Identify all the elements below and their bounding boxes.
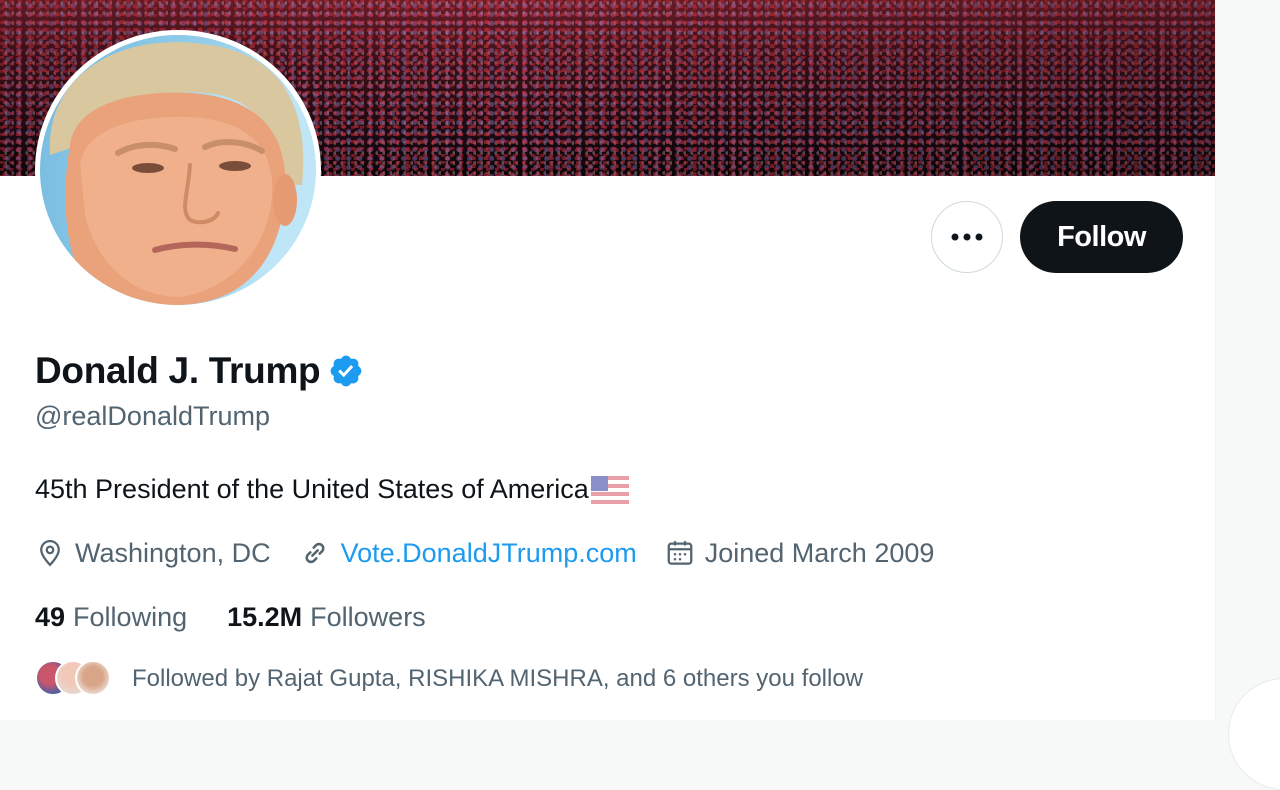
following-stat[interactable]: 49 Following	[35, 602, 187, 633]
profile-avatar[interactable]	[35, 30, 321, 310]
verified-badge-icon[interactable]	[328, 353, 364, 389]
location-item: Washington, DC	[35, 536, 271, 570]
follow-button[interactable]: Follow	[1020, 201, 1183, 273]
more-horizontal-icon	[951, 233, 983, 241]
following-label: Following	[73, 602, 188, 632]
joined-text: Joined March 2009	[704, 537, 935, 568]
followed-by-text: Followed by Rajat Gupta, RISHIKA MISHRA,…	[132, 665, 864, 692]
link-icon	[305, 542, 325, 564]
following-count: 49	[35, 602, 66, 632]
profile-bio: 45th President of the United States of A…	[35, 474, 629, 505]
bio-text: 45th President of the United States of A…	[35, 474, 589, 504]
followers-label: Followers	[310, 602, 426, 632]
followed-by-row[interactable]: Followed by Rajat Gupta, RISHIKA MISHRA,…	[35, 660, 863, 698]
joined-item: Joined March 2009	[665, 537, 935, 569]
display-name: Donald J. Trump	[35, 350, 321, 391]
us-flag-icon	[590, 475, 629, 504]
follow-stats: 49 Following 15.2M Followers	[35, 602, 466, 633]
profile-column: Follow Donald J. Trump @realDonaldTrump …	[0, 0, 1216, 720]
website-item: Vote.DonaldJTrump.com	[299, 537, 637, 569]
right-gutter	[1216, 0, 1280, 790]
location-text: Washington, DC	[75, 537, 271, 568]
more-options-button[interactable]	[931, 201, 1003, 273]
calendar-icon	[667, 541, 693, 565]
follower-avatar	[75, 660, 111, 696]
followers-stat[interactable]: 15.2M Followers	[227, 602, 426, 633]
website-link[interactable]: Vote.DonaldJTrump.com	[341, 538, 637, 569]
avatar-portrait	[49, 42, 304, 305]
profile-meta: Washington, DC Vote.DonaldJTrump.com Joi…	[35, 536, 962, 570]
followers-count: 15.2M	[227, 602, 303, 632]
display-name-row: Donald J. Trump	[35, 350, 364, 392]
user-handle: @realDonaldTrump	[35, 401, 270, 431]
follower-avatars	[35, 660, 115, 698]
location-pin-icon	[40, 539, 60, 567]
